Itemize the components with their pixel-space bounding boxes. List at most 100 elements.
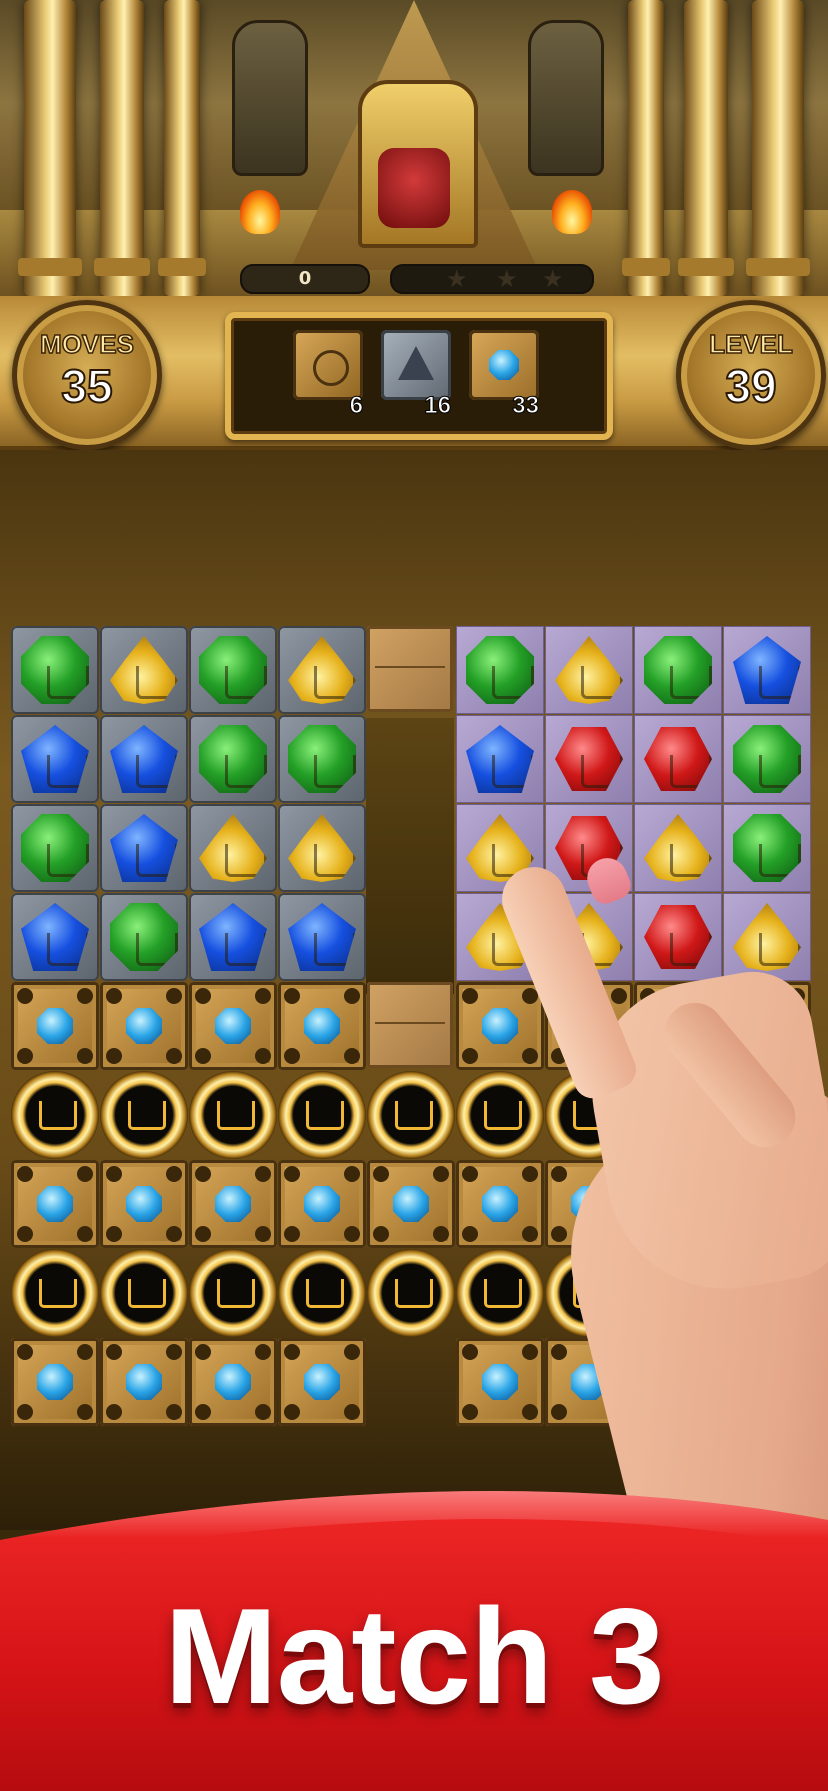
gold-ring-tile[interactable] (189, 1249, 277, 1337)
yellow-gem-icon (288, 814, 356, 882)
board-cell[interactable] (11, 804, 99, 892)
blue-gem-box-tile[interactable] (456, 982, 544, 1070)
board-cell[interactable] (634, 715, 722, 803)
bolt-icon (344, 988, 360, 1004)
board-cell[interactable] (189, 804, 277, 892)
gold-ring-tile[interactable] (278, 1249, 366, 1337)
blue-gem-box-tile[interactable] (11, 1160, 99, 1248)
bolt-icon (284, 1226, 300, 1242)
blue-gem-box-tile[interactable] (189, 1338, 277, 1426)
board-cell[interactable] (100, 715, 188, 803)
glyph-icon (314, 666, 356, 699)
pharaoh-statue (232, 20, 308, 176)
bolt-icon (17, 1344, 33, 1360)
board-cell[interactable] (189, 626, 277, 714)
board-cell[interactable] (100, 626, 188, 714)
board-cell[interactable] (723, 804, 811, 892)
red-gem-icon (644, 905, 712, 969)
board-cell[interactable] (456, 626, 544, 714)
red-gem-icon (555, 727, 623, 791)
glyph-icon (217, 1101, 255, 1130)
gold-ring-tile[interactable] (11, 1071, 99, 1159)
blue-gem-icon (215, 1186, 251, 1222)
board-cell[interactable] (189, 893, 277, 981)
board-cell[interactable] (634, 893, 722, 981)
bolt-icon (106, 1344, 122, 1360)
board-cell[interactable] (100, 893, 188, 981)
bolt-icon (522, 1404, 538, 1420)
bolt-icon (106, 1048, 122, 1064)
bolt-icon (166, 1226, 182, 1242)
blue-gem-box-tile[interactable] (278, 982, 366, 1070)
bolt-icon (284, 1166, 300, 1182)
glyph-icon (395, 1279, 433, 1308)
board-cell[interactable] (634, 626, 722, 714)
blue-gem-box-tile[interactable] (189, 1160, 277, 1248)
bolt-icon (373, 1226, 389, 1242)
board-cell[interactable] (545, 715, 633, 803)
blue-gem-icon (21, 903, 89, 971)
board-cell[interactable] (278, 626, 366, 714)
board-cell[interactable] (634, 804, 722, 892)
blue-gem-icon (304, 1008, 340, 1044)
blue-gem-icon (37, 1008, 73, 1044)
gold-ring-tile[interactable] (11, 1249, 99, 1337)
gold-ring-tile[interactable] (189, 1071, 277, 1159)
board-cell[interactable] (11, 893, 99, 981)
bolt-icon (462, 1166, 478, 1182)
board-cell[interactable] (278, 715, 366, 803)
blue-gem-icon (37, 1364, 73, 1400)
blue-gem-box-tile[interactable] (189, 982, 277, 1070)
blue-gem-icon (126, 1186, 162, 1222)
board-cell[interactable] (100, 804, 188, 892)
board-cell[interactable] (278, 804, 366, 892)
blue-gem-box-tile[interactable] (278, 1338, 366, 1426)
blue-gem-box-tile[interactable] (100, 982, 188, 1070)
blue-gem-box-tile[interactable] (367, 1160, 455, 1248)
blue-gem-box-tile[interactable] (456, 1160, 544, 1248)
board-cell[interactable] (723, 626, 811, 714)
blue-gem-box-tile[interactable] (11, 1338, 99, 1426)
banner-title: Match 3 (164, 1580, 664, 1732)
blue-gem-box-tile[interactable] (456, 1338, 544, 1426)
glyph-icon (128, 1279, 166, 1308)
blue-gem-icon (199, 903, 267, 971)
blue-gem-box-tile[interactable] (100, 1338, 188, 1426)
bolt-icon (551, 1404, 567, 1420)
gold-ring-tile[interactable] (367, 1249, 455, 1337)
blue-gem-box-tile[interactable] (100, 1160, 188, 1248)
gold-ring-tile[interactable] (278, 1071, 366, 1159)
wooden-crate-tile[interactable] (367, 982, 453, 1068)
board-cell[interactable] (545, 626, 633, 714)
glyph-icon (314, 755, 356, 788)
gold-ring-tile[interactable] (367, 1071, 455, 1159)
board-cell[interactable] (456, 715, 544, 803)
blue-gem-box-tile[interactable] (278, 1160, 366, 1248)
gold-ring-tile[interactable] (456, 1249, 544, 1337)
board-cell[interactable] (189, 715, 277, 803)
glyph-icon (136, 666, 178, 699)
bolt-icon (433, 1166, 449, 1182)
blue-gem-icon (288, 903, 356, 971)
gold-ring-tile[interactable] (456, 1071, 544, 1159)
wooden-crate-tile[interactable] (367, 626, 453, 712)
board-cell[interactable] (723, 715, 811, 803)
bolt-icon (344, 1048, 360, 1064)
board-cell[interactable] (278, 893, 366, 981)
blue-gem-icon (393, 1186, 429, 1222)
bolt-icon (255, 1166, 271, 1182)
goal-blue-gem-box: 33 (469, 330, 540, 420)
blue-gem-box-tile[interactable] (11, 982, 99, 1070)
gold-ring-tile[interactable] (100, 1071, 188, 1159)
bolt-icon (551, 1226, 567, 1242)
board-cell[interactable] (11, 626, 99, 714)
glyph-icon (225, 666, 267, 699)
pillar (158, 0, 206, 296)
throne-seat (378, 148, 450, 228)
gold-ring-tile[interactable] (100, 1249, 188, 1337)
board-cell[interactable] (723, 893, 811, 981)
bolt-icon (166, 1344, 182, 1360)
level-goals-panel: 6 16 33 (225, 312, 613, 440)
blue-gem-box-icon (469, 330, 539, 400)
board-cell[interactable] (11, 715, 99, 803)
